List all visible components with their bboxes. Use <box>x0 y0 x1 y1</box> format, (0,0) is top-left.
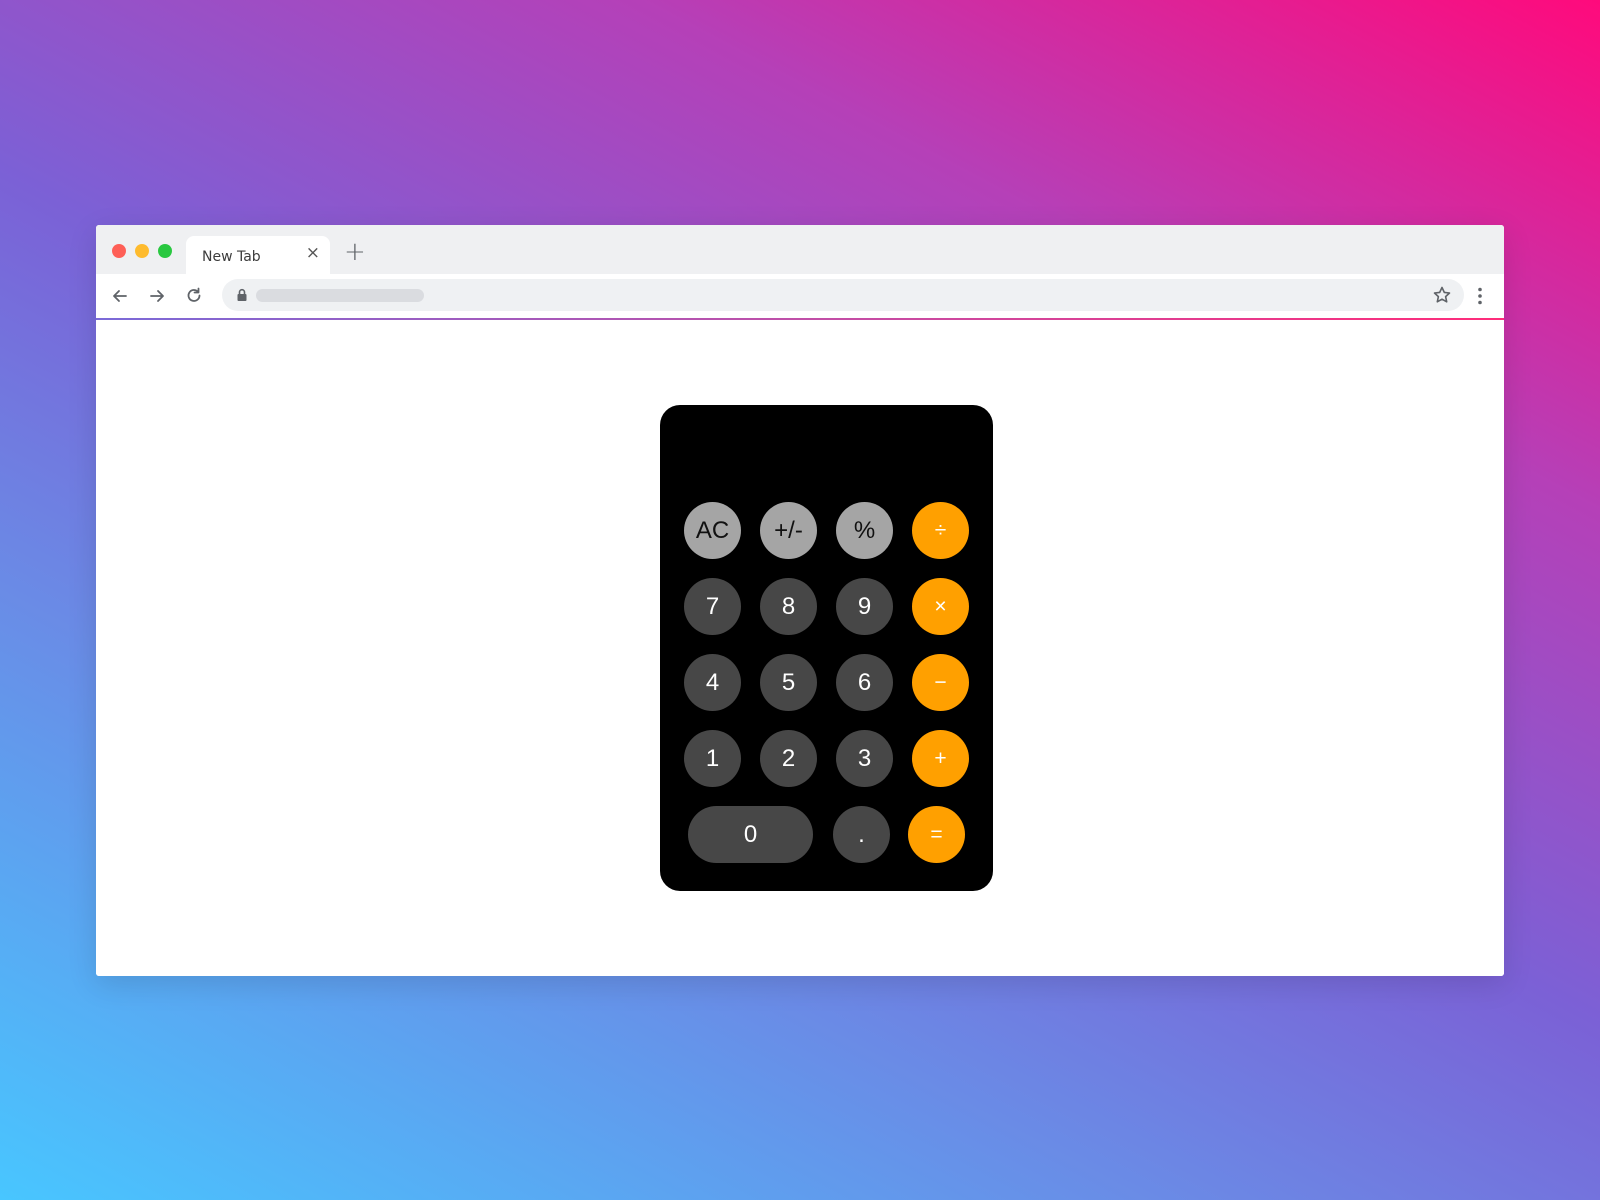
url-text <box>256 289 424 302</box>
star-icon[interactable] <box>1432 285 1452 305</box>
digit-8-button[interactable]: 8 <box>760 578 817 635</box>
clear-button[interactable]: AC <box>684 502 741 559</box>
calculator: AC +/-% ÷ 7 8 9 × 4 5 6− 1 2 3 +0. = <box>660 405 993 891</box>
sign-toggle-button[interactable]: +/- <box>760 502 817 559</box>
browser-toolbar <box>96 274 1504 320</box>
multiply-button[interactable]: × <box>912 578 969 635</box>
divide-button[interactable]: ÷ <box>912 502 969 559</box>
close-window-button[interactable] <box>112 244 126 258</box>
digit-9-button[interactable]: 9 <box>836 578 893 635</box>
digit-4-button[interactable]: 4 <box>684 654 741 711</box>
digit-6-button[interactable]: 6 <box>836 654 893 711</box>
digit-0-button[interactable]: 0 <box>688 806 813 863</box>
digit-7-button[interactable]: 7 <box>684 578 741 635</box>
page-content: AC +/-% ÷ 7 8 9 × 4 5 6− 1 2 3 +0. = <box>96 320 1504 976</box>
maximize-window-button[interactable] <box>158 244 172 258</box>
digit-1-button[interactable]: 1 <box>684 730 741 787</box>
back-arrow-icon[interactable] <box>110 286 130 306</box>
minimize-window-button[interactable] <box>135 244 149 258</box>
new-tab-icon[interactable]: + <box>344 239 366 265</box>
lock-icon <box>237 288 247 301</box>
decimal-button[interactable]: . <box>833 806 890 863</box>
subtract-button[interactable]: − <box>912 654 969 711</box>
digit-3-button[interactable]: 3 <box>836 730 893 787</box>
close-tab-icon[interactable]: × <box>306 245 320 262</box>
tab-title: New Tab <box>202 249 261 265</box>
tab-bar: New Tab × + <box>96 225 1504 274</box>
forward-arrow-icon[interactable] <box>147 286 167 306</box>
percent-button[interactable]: % <box>836 502 893 559</box>
tab-new-tab[interactable]: New Tab × <box>186 236 330 274</box>
digit-2-button[interactable]: 2 <box>760 730 817 787</box>
calculator-display <box>680 415 973 495</box>
reload-icon[interactable] <box>184 286 204 306</box>
address-bar[interactable] <box>222 279 1464 311</box>
add-button[interactable]: + <box>912 730 969 787</box>
more-vert-icon[interactable] <box>1477 286 1483 306</box>
equals-button[interactable]: = <box>908 806 965 863</box>
browser-window: New Tab × + AC +/- % ÷ 7 8 9 × 4 5 6 − 1… <box>96 225 1504 976</box>
digit-5-button[interactable]: 5 <box>760 654 817 711</box>
side-decoration <box>1568 1050 1582 1180</box>
